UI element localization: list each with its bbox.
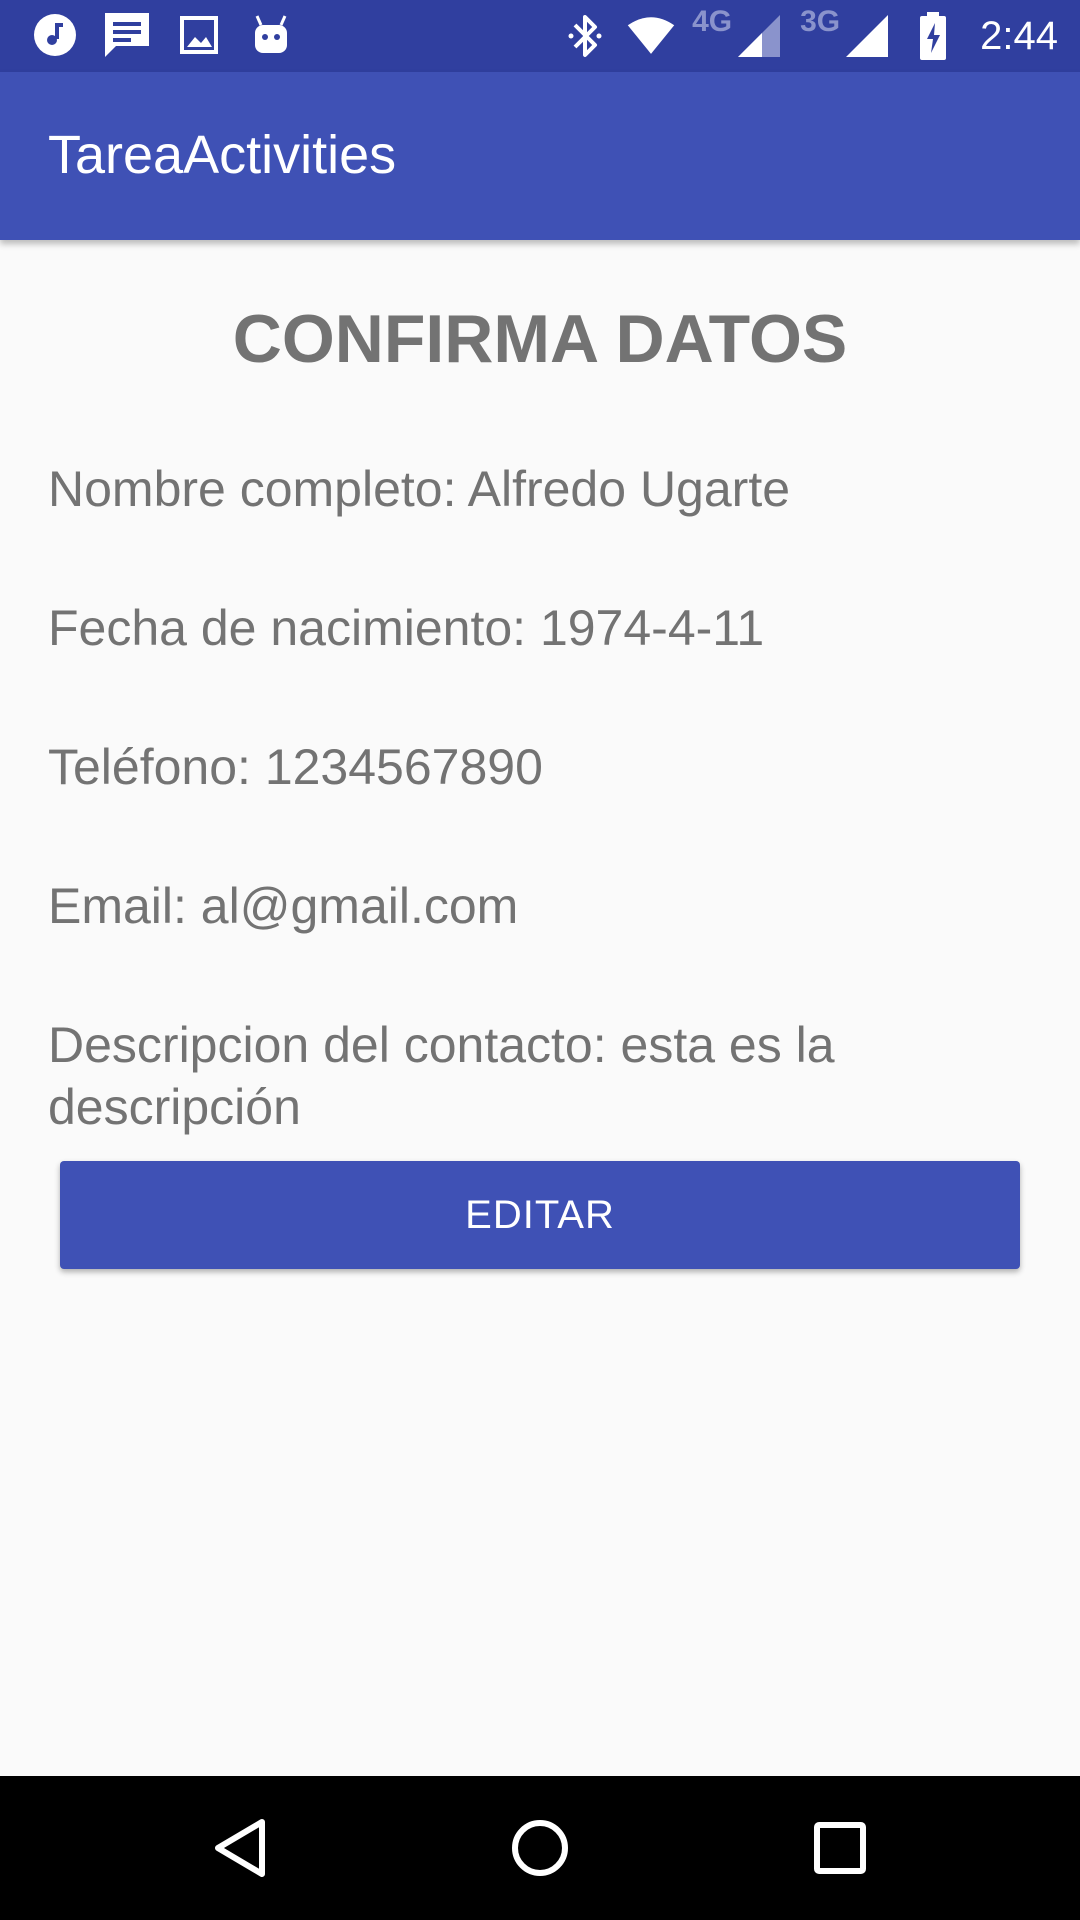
back-icon[interactable] xyxy=(210,1818,270,1878)
status-bar-system: 4G 3G 2:44 xyxy=(560,5,1058,64)
app-title: TareaActivities xyxy=(48,125,397,185)
status-bar: 4G 3G 2:44 xyxy=(0,0,1080,72)
status-bar-notifications xyxy=(30,10,296,60)
home-icon[interactable] xyxy=(510,1818,570,1878)
network-4g-label: 4G xyxy=(692,5,733,38)
edit-button[interactable]: EDITAR xyxy=(60,1161,1020,1269)
full-name-text: Nombre completo: Alfredo Ugarte xyxy=(48,461,791,517)
bluetooth-icon xyxy=(560,11,610,61)
status-time: 2:44 xyxy=(980,13,1058,58)
recents-icon[interactable] xyxy=(810,1818,870,1878)
wifi-icon xyxy=(626,11,676,61)
music-icon xyxy=(30,10,80,60)
android-icon xyxy=(246,10,296,60)
birth-date-text: Fecha de nacimiento: 1974-4-11 xyxy=(48,600,765,656)
message-icon xyxy=(102,10,152,60)
page-title: CONFIRMA DATOS xyxy=(232,301,848,377)
phone-text: Teléfono: 1234567890 xyxy=(48,739,543,795)
navigation-bar xyxy=(0,1776,1080,1920)
battery-charging-icon xyxy=(908,11,958,61)
signal-4g-icon xyxy=(734,11,784,61)
app-bar: TareaActivities xyxy=(0,72,1080,240)
image-icon xyxy=(174,10,224,60)
description-text: Descripcion del contacto: esta es la des… xyxy=(48,1017,835,1135)
signal-3g-icon xyxy=(842,11,892,61)
email-text: Email: al@gmail.com xyxy=(48,878,519,934)
network-3g-label: 3G xyxy=(800,5,841,38)
